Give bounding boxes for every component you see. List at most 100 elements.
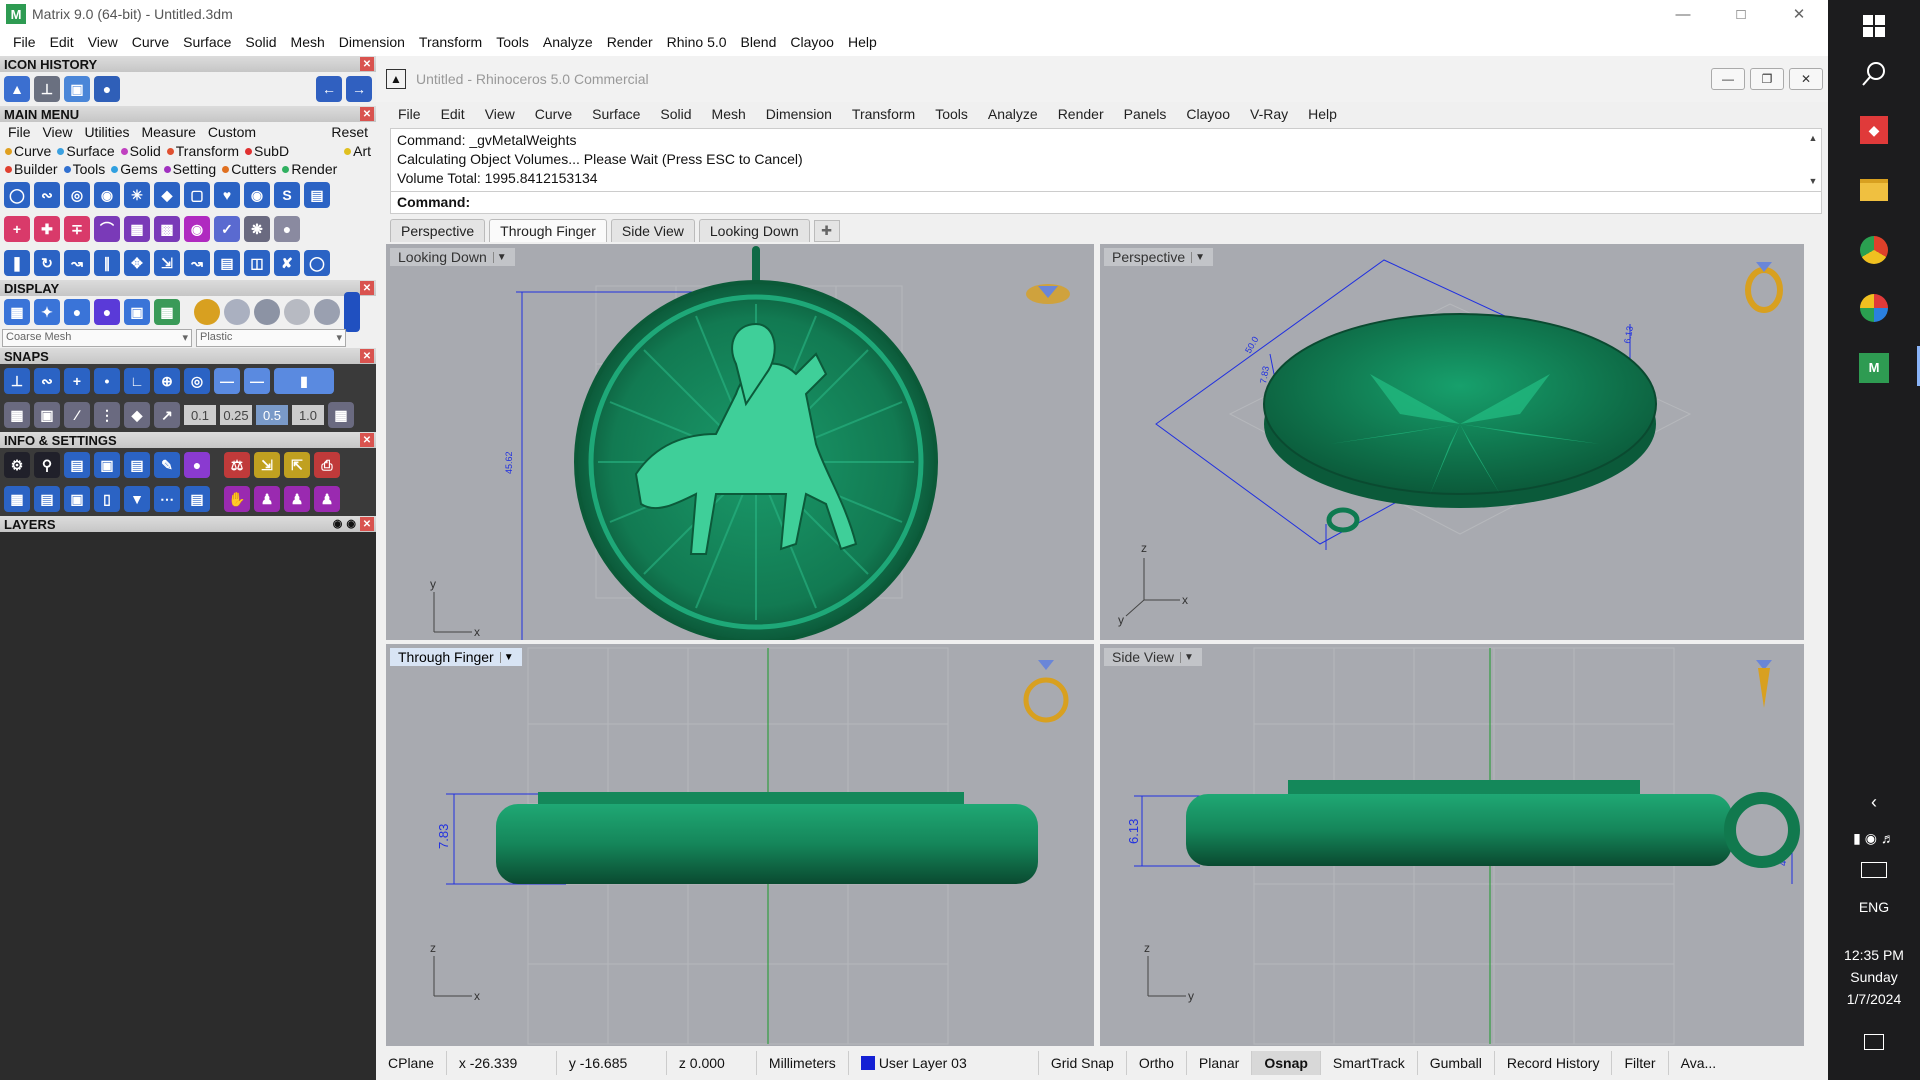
rh-menu-clayoo[interactable]: Clayoo: [1176, 106, 1240, 122]
tab-perspective[interactable]: Perspective: [390, 219, 486, 242]
rh-menu-panels[interactable]: Panels: [1114, 106, 1177, 122]
toggle-smarttrack[interactable]: SmartTrack: [1321, 1051, 1418, 1075]
menu-view[interactable]: View: [81, 34, 125, 50]
toggle-grid-snap[interactable]: Grid Snap: [1039, 1051, 1127, 1075]
mm-measure[interactable]: Measure: [137, 124, 199, 140]
toggle-ortho[interactable]: Ortho: [1127, 1051, 1187, 1075]
line-plus-icon[interactable]: ∓: [64, 216, 90, 242]
rhino-restore-button[interactable]: ❐: [1750, 68, 1784, 90]
close-icon[interactable]: ✕: [360, 517, 374, 531]
print-icon[interactable]: ⎙: [314, 452, 340, 478]
rh-menu-edit[interactable]: Edit: [431, 106, 475, 122]
shape-tool-icon[interactable]: ♥: [214, 182, 240, 208]
cen-snap-icon[interactable]: ⊕: [154, 368, 180, 394]
mm-file[interactable]: File: [4, 124, 35, 140]
point-snap-icon[interactable]: +: [64, 368, 90, 394]
display-scroll-icon[interactable]: [344, 292, 360, 332]
cat-art[interactable]: Art: [341, 143, 374, 159]
menu-analyze[interactable]: Analyze: [536, 34, 600, 50]
toggle-record-history[interactable]: Record History: [1495, 1051, 1613, 1075]
eye-icon[interactable]: ◉: [333, 517, 343, 531]
stretch-tool-icon[interactable]: ↝: [184, 250, 210, 276]
menu-render[interactable]: Render: [600, 34, 660, 50]
import-icon[interactable]: ⇱: [284, 452, 310, 478]
filter-icon[interactable]: ▼: [124, 486, 150, 512]
rh-menu-surface[interactable]: Surface: [582, 106, 650, 122]
chevron-down-icon[interactable]: ▼: [492, 251, 507, 263]
perp-snap-icon[interactable]: ∟: [124, 368, 150, 394]
menu-dimension[interactable]: Dimension: [332, 34, 412, 50]
clock-time[interactable]: 12:35 PM: [1828, 944, 1920, 966]
rendered-icon[interactable]: ●: [64, 299, 90, 325]
shaded-icon[interactable]: ✦: [34, 299, 60, 325]
technical-icon[interactable]: ▦: [154, 299, 180, 325]
chevron-down-icon[interactable]: ▼: [499, 651, 514, 663]
cube-icon[interactable]: ▣: [64, 486, 90, 512]
menu-tools[interactable]: Tools: [489, 34, 536, 50]
mm-utilities[interactable]: Utilities: [80, 124, 133, 140]
rh-menu-analyze[interactable]: Analyze: [978, 106, 1048, 122]
cat-cutters[interactable]: Cutters: [219, 161, 279, 177]
dotted-snap-icon[interactable]: ⋮: [94, 402, 120, 428]
monitor-icon[interactable]: ▤: [34, 486, 60, 512]
menu-rhino5[interactable]: Rhino 5.0: [660, 34, 734, 50]
cat-subd[interactable]: SubD: [242, 143, 292, 159]
arrow-snap-icon[interactable]: ↗: [154, 402, 180, 428]
toggle-gumball[interactable]: Gumball: [1418, 1051, 1495, 1075]
menu-blend[interactable]: Blend: [734, 34, 784, 50]
menu-surface[interactable]: Surface: [176, 34, 238, 50]
units-indicator[interactable]: Millimeters: [757, 1051, 849, 1075]
tool-icon[interactable]: ▣: [64, 76, 90, 102]
tool-icon[interactable]: ●: [94, 76, 120, 102]
copy-tool-icon[interactable]: ▤: [214, 250, 240, 276]
eye-icon[interactable]: ◉: [346, 517, 356, 531]
keyboard-icon[interactable]: [1828, 848, 1920, 892]
mm-reset[interactable]: Reset: [327, 124, 372, 140]
move-tool-icon[interactable]: ✥: [124, 250, 150, 276]
grid-tool-icon[interactable]: ▦: [124, 216, 150, 242]
rh-menu-transform[interactable]: Transform: [842, 106, 925, 122]
rh-menu-solid[interactable]: Solid: [650, 106, 701, 122]
box-info-icon[interactable]: ▣: [94, 452, 120, 478]
close-icon[interactable]: ✕: [360, 107, 374, 121]
tab-looking-down[interactable]: Looking Down: [698, 219, 810, 242]
menu-help[interactable]: Help: [841, 34, 884, 50]
cat-tools[interactable]: Tools: [61, 161, 109, 177]
rhino-minimize-button[interactable]: —: [1711, 68, 1745, 90]
maximize-button[interactable]: □: [1712, 0, 1770, 28]
bezel-tool-icon[interactable]: ◉: [94, 182, 120, 208]
cat-surface[interactable]: Surface: [54, 143, 117, 159]
viewport-perspective[interactable]: 50.0 7.83 6.13 z y x Perspective ▼: [1100, 244, 1804, 640]
snap-value-1-0[interactable]: 1.0: [292, 405, 324, 425]
mesh-density-select[interactable]: Coarse Mesh ▾: [2, 329, 192, 347]
close-icon[interactable]: ✕: [360, 349, 374, 363]
rh-menu-dimension[interactable]: Dimension: [756, 106, 842, 122]
tool-icon[interactable]: ⊥: [34, 76, 60, 102]
object-snap-icon[interactable]: ▣: [34, 402, 60, 428]
cat-render[interactable]: Render: [279, 161, 340, 177]
export-icon[interactable]: ⇲: [254, 452, 280, 478]
menu-edit[interactable]: Edit: [43, 34, 81, 50]
int-snap-icon[interactable]: —: [244, 368, 270, 394]
forward-arrow-icon[interactable]: →: [346, 76, 372, 102]
mm-custom[interactable]: Custom: [204, 124, 260, 140]
doc-info-icon[interactable]: ▤: [124, 452, 150, 478]
cat-transform[interactable]: Transform: [164, 143, 242, 159]
mm-view[interactable]: View: [38, 124, 76, 140]
arc-tool-icon[interactable]: ⌒: [94, 216, 120, 242]
scale-tool-icon[interactable]: ⇲: [154, 250, 180, 276]
scatter-icon[interactable]: ⋯: [154, 486, 180, 512]
menu-curve[interactable]: Curve: [125, 34, 176, 50]
weight-icon[interactable]: ⚖: [224, 452, 250, 478]
language-indicator[interactable]: ENG: [1828, 896, 1920, 918]
rh-menu-tools[interactable]: Tools: [925, 106, 978, 122]
tan-snap-icon[interactable]: —: [214, 368, 240, 394]
ghosted-icon[interactable]: ●: [94, 299, 120, 325]
zoom-icon[interactable]: ⚲: [34, 452, 60, 478]
rh-menu-view[interactable]: View: [475, 106, 525, 122]
file-explorer-icon[interactable]: [1828, 168, 1920, 212]
toggle-available[interactable]: Ava...: [1669, 1051, 1729, 1075]
rhino-close-button[interactable]: ✕: [1789, 68, 1823, 90]
snap-value-0-1[interactable]: 0.1: [184, 405, 216, 425]
viewport-label-looking-down[interactable]: Looking Down ▼: [390, 248, 515, 266]
